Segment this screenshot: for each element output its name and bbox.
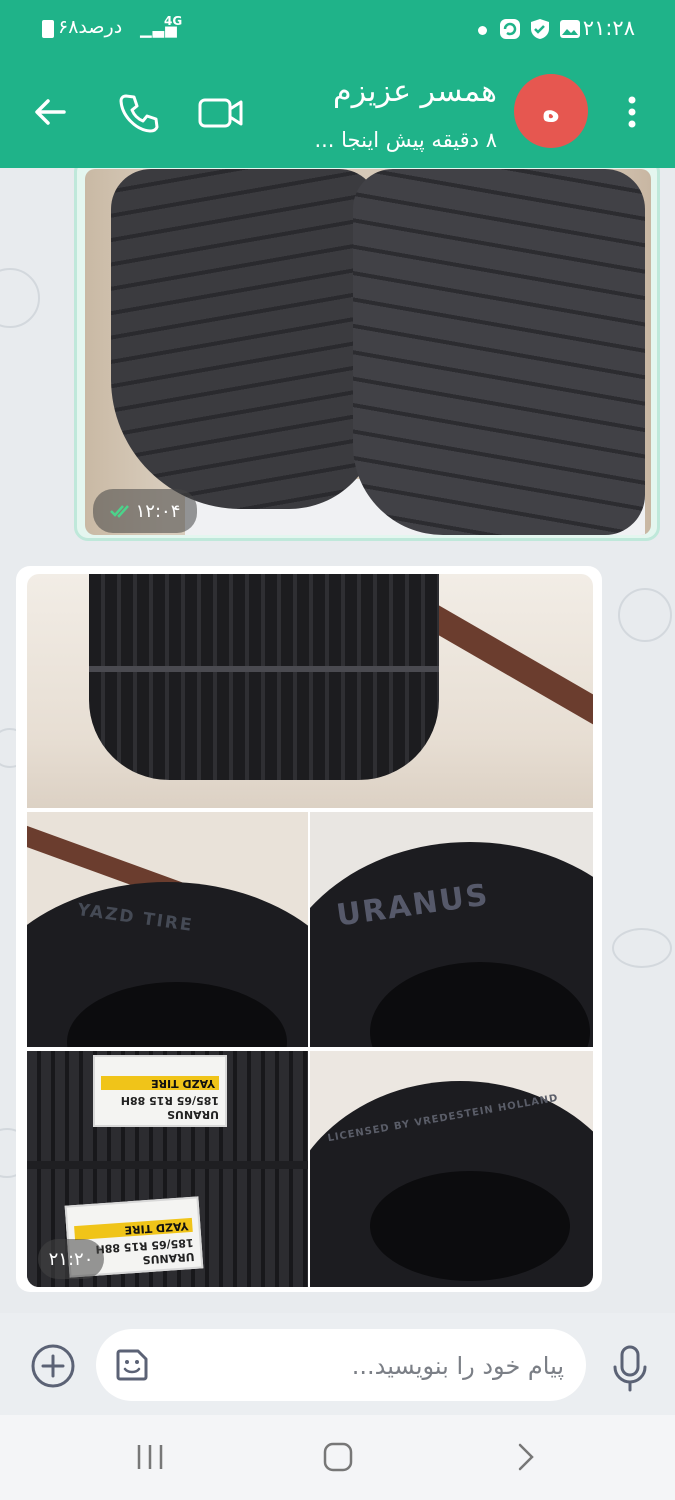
photo-tire-hole (370, 1171, 570, 1281)
label-model: URANUS (167, 1108, 219, 1121)
photo-tire (111, 169, 379, 509)
message-time-badge: ۲۱:۲۰ (38, 1239, 104, 1279)
message-time: ۲۱:۲۰ (48, 1248, 94, 1270)
network-type: 4G (164, 14, 183, 28)
background-doodle (612, 928, 672, 968)
sticker-icon[interactable] (114, 1347, 150, 1383)
outgoing-image-message[interactable]: ۱۲:۰۴ (74, 168, 660, 541)
notification-dot-icon (478, 26, 487, 35)
gallery-icon (560, 20, 580, 38)
message-input[interactable] (164, 1349, 564, 1383)
shield-check-icon (531, 19, 549, 39)
attach-plus-icon[interactable] (30, 1343, 76, 1389)
eitaa-icon (500, 19, 520, 39)
label-brand: YAZD TIRE (101, 1076, 219, 1090)
message-input-container[interactable] (96, 1329, 586, 1401)
chat-header: همسر عزیزم ۸ دقیقه پیش اینجا ... ه (0, 58, 675, 168)
album-photo-1[interactable] (27, 574, 593, 808)
video-camera-icon[interactable] (196, 90, 246, 136)
photo-background (417, 600, 593, 754)
phone-icon[interactable] (114, 88, 164, 138)
background-doodle (0, 268, 40, 328)
label-model: URANUS (142, 1249, 195, 1267)
incoming-image-album[interactable]: YAZD TIRE URANUS URANUS 185/65 R15 88H Y… (16, 566, 602, 1292)
battery-level: ۶۸درصد (58, 16, 123, 38)
status-bar: ۶۸درصد ▁▃▅ 4G ۲۱:۲۸ (0, 0, 675, 58)
message-time: ۱۲:۰۴ (135, 500, 181, 522)
album-photo-2[interactable]: YAZD TIRE (27, 812, 308, 1047)
label-size: 185/65 R15 88H (120, 1094, 219, 1107)
home-icon[interactable] (322, 1441, 354, 1473)
photo-used-tires[interactable]: ۱۲:۰۴ (85, 169, 651, 535)
message-composer (0, 1313, 675, 1415)
recent-apps-icon[interactable] (135, 1443, 165, 1471)
back-arrow-icon[interactable] (26, 88, 74, 136)
microphone-icon[interactable] (610, 1343, 650, 1393)
album-photo-3[interactable]: URANUS (310, 812, 593, 1047)
chat-messages[interactable]: ۱۲:۰۴ YAZD TIRE URANUS URANUS 185/65 R15… (0, 168, 675, 1313)
battery-icon (42, 20, 54, 38)
album-photo-5[interactable]: LICENSED BY VREDESTEIN HOLLAND (310, 1051, 593, 1287)
message-time-badge: ۱۲:۰۴ (93, 489, 197, 533)
tire-label-sticker: URANUS 185/65 R15 88H YAZD TIRE (93, 1055, 227, 1127)
contact-name[interactable]: همسر عزیزم (333, 74, 497, 109)
photo-tire-stack (89, 574, 439, 780)
system-back-icon[interactable] (514, 1441, 538, 1473)
read-check-icon (109, 505, 129, 518)
more-vertical-icon[interactable] (620, 88, 644, 136)
last-seen-status: ۸ دقیقه پیش اینجا ... (314, 128, 497, 152)
clock: ۲۱:۲۸ (582, 16, 635, 40)
system-navigation-bar (0, 1415, 675, 1500)
avatar[interactable]: ه (514, 74, 588, 148)
background-doodle (618, 588, 672, 642)
photo-tire (353, 169, 645, 535)
